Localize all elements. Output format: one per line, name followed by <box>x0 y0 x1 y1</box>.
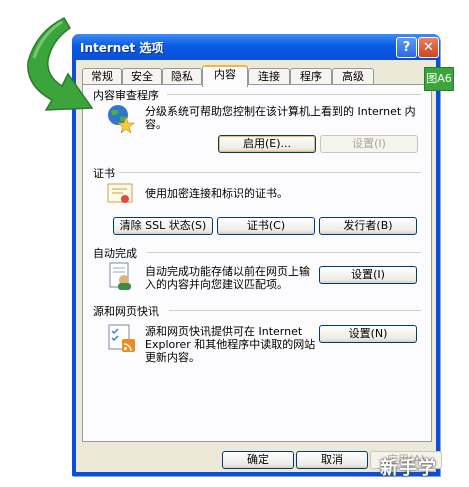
content-tab-panel: 内容审查程序 分级系统可帮助您控制在该计算机上看到的 Internet 内容。 … <box>82 84 432 442</box>
feeds-icon <box>108 324 135 352</box>
section-divider <box>119 172 421 173</box>
tab-advanced[interactable]: 高级 <box>332 68 374 85</box>
tab-programs[interactable]: 程序 <box>290 68 332 85</box>
internet-options-window: Internet 选项 ? ✕ 常规 安全 隐私 内容 连接 程序 高级 内容审… <box>72 34 442 476</box>
tab-connections[interactable]: 连接 <box>248 68 290 85</box>
certificates-button[interactable]: 证书(C) <box>217 217 315 235</box>
close-button[interactable]: ✕ <box>418 37 439 58</box>
autocomplete-description: 自动完成功能存储以前在网页上输入的内容并向您建议匹配项。 <box>145 265 310 291</box>
enable-button[interactable]: 启用(E)... <box>218 135 316 153</box>
green-arrow-icon <box>27 17 94 111</box>
cancel-button[interactable]: 取消 <box>296 451 368 469</box>
tab-content[interactable]: 内容 <box>202 65 248 87</box>
tab-privacy[interactable]: 隐私 <box>162 68 202 85</box>
section-divider <box>167 94 421 95</box>
figure-label: 图A6 <box>424 67 454 91</box>
watermark: 新手学 <box>380 458 437 479</box>
section-divider <box>169 310 421 311</box>
feeds-settings-button[interactable]: 设置(N) <box>319 325 417 343</box>
autocomplete-settings-button[interactable]: 设置(I) <box>319 266 417 284</box>
help-button[interactable]: ? <box>396 37 417 58</box>
autocomplete-icon <box>109 262 131 290</box>
autocomplete-title: 自动完成 <box>93 247 137 260</box>
content-advisor-settings-button[interactable]: 设置(I) <box>320 135 418 153</box>
feeds-description: 源和网页快讯提供可在 Internet Explorer 和其他程序中读取的网站… <box>145 325 316 364</box>
dialog-client: 常规 安全 隐私 内容 连接 程序 高级 内容审查程序 分级系统可帮助您控制在该… <box>76 60 442 472</box>
tab-security[interactable]: 安全 <box>122 68 162 85</box>
section-divider <box>147 252 421 253</box>
title-bar[interactable]: Internet 选项 ? ✕ <box>72 34 440 60</box>
certificates-title: 证书 <box>93 167 115 180</box>
certificate-icon <box>107 183 133 203</box>
publishers-button[interactable]: 发行者(B) <box>319 217 417 235</box>
content-advisor-description: 分级系统可帮助您控制在该计算机上看到的 Internet 内容。 <box>145 105 416 131</box>
ok-button[interactable]: 确定 <box>222 451 294 469</box>
feeds-title: 源和网页快讯 <box>93 305 159 318</box>
clear-ssl-state-button[interactable]: 清除 SSL 状态(S) <box>113 217 213 235</box>
certificates-description: 使用加密连接和标识的证书。 <box>145 187 288 200</box>
